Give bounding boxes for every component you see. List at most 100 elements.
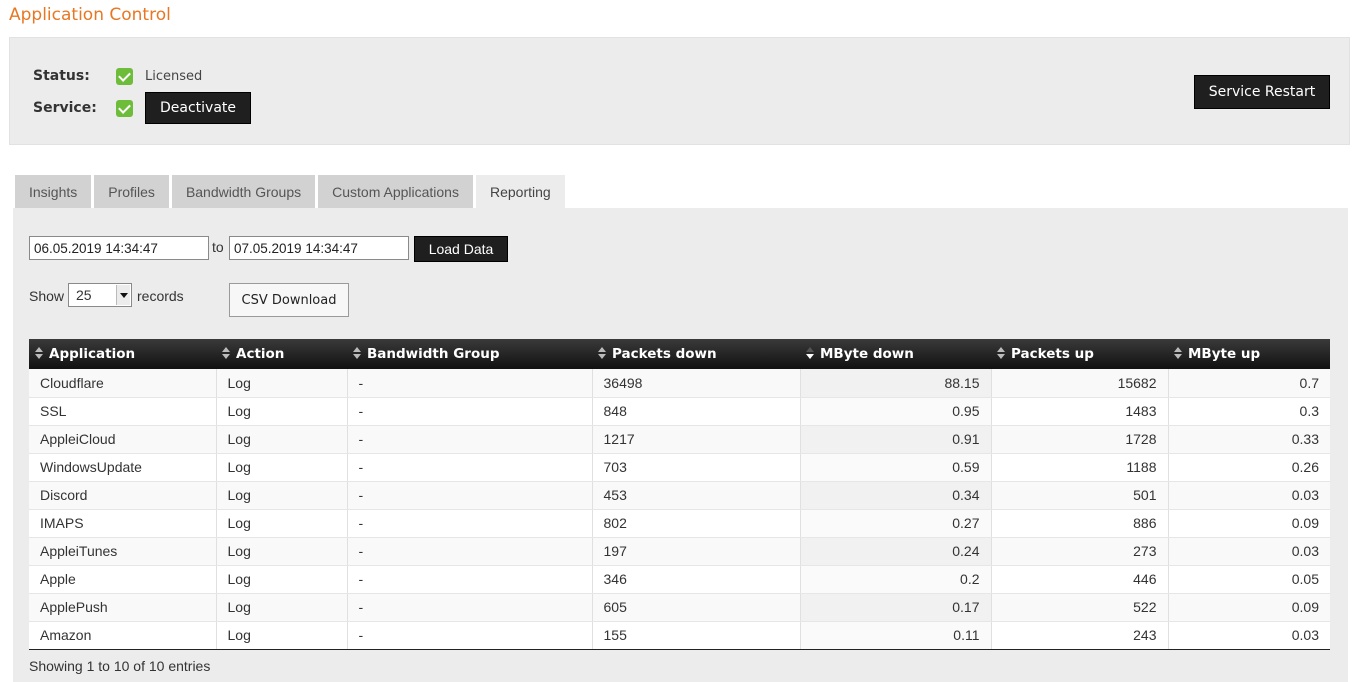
tab-profiles[interactable]: Profiles <box>94 175 169 208</box>
load-data-button[interactable]: Load Data <box>414 236 508 262</box>
table-info: Showing 1 to 10 of 10 entries <box>29 658 211 674</box>
status-row: Status: Licensed <box>33 61 202 91</box>
table-cell: 0.26 <box>1168 453 1330 482</box>
table-cell: 0.2 <box>800 565 992 594</box>
tab-insights[interactable]: Insights <box>15 175 92 208</box>
table-cell: 848 <box>592 397 801 426</box>
table-cell: 802 <box>592 509 801 538</box>
csv-download-button[interactable]: CSV Download <box>229 283 349 317</box>
table-cell: 243 <box>991 621 1169 650</box>
table-cell: WindowsUpdate <box>29 453 217 482</box>
table-cell: - <box>347 481 593 510</box>
table-cell: 0.34 <box>800 481 992 510</box>
column-header-mbyte-down[interactable]: MByte down <box>800 339 991 369</box>
table-row: AppleiCloud Log -1217 0.91 1728 0.33 <box>29 425 1330 454</box>
table-cell: 0.3 <box>1168 397 1330 426</box>
table-cell: 605 <box>592 593 801 622</box>
table-cell: - <box>347 397 593 426</box>
table-row: IMAPS Log -802 0.27 886 0.09 <box>29 509 1330 538</box>
table-row: ApplePush Log -605 0.17 522 0.09 <box>29 593 1330 622</box>
table-cell: 0.03 <box>1168 481 1330 510</box>
table-row: Apple Log -346 0.2 446 0.05 <box>29 565 1330 594</box>
table-cell: - <box>347 593 593 622</box>
sort-desc-icon <box>806 347 815 359</box>
date-from-input[interactable] <box>29 236 209 260</box>
table-cell: 1728 <box>991 425 1169 454</box>
sort-icon <box>1174 347 1183 359</box>
table-cell: 0.17 <box>800 593 992 622</box>
table-cell: Cloudflare <box>29 369 217 398</box>
column-header-action[interactable]: Action <box>216 339 347 369</box>
check-icon <box>116 67 133 85</box>
table-cell: Log <box>216 453 348 482</box>
column-header-bandwidth-group[interactable]: Bandwidth Group <box>347 339 592 369</box>
table-cell: 0.33 <box>1168 425 1330 454</box>
tab-custom-applications[interactable]: Custom Applications <box>318 175 473 208</box>
table-cell: 703 <box>592 453 801 482</box>
deactivate-button[interactable]: Deactivate <box>145 92 251 124</box>
table-cell: 0.09 <box>1168 509 1330 538</box>
status-label: Status: <box>33 68 90 84</box>
table-cell: 0.7 <box>1168 369 1330 398</box>
records-label: records <box>137 288 184 304</box>
table-cell: 0.59 <box>800 453 992 482</box>
table-cell: 1483 <box>991 397 1169 426</box>
table-cell: Log <box>216 397 348 426</box>
chevron-down-icon[interactable] <box>116 285 130 305</box>
table-row: WindowsUpdate Log -703 0.59 1188 0.26 <box>29 453 1330 482</box>
table-cell: Log <box>216 425 348 454</box>
table-body: Cloudflare Log -36498 88.15 15682 0.7 SSL Log -8… <box>29 369 1330 650</box>
table-cell: - <box>347 453 593 482</box>
table-row: AppleiTunes Log -197 0.24 273 0.03 <box>29 537 1330 566</box>
show-label: Show <box>29 288 65 304</box>
table-row: Discord Log -453 0.34 501 0.03 <box>29 481 1330 510</box>
status-panel: Status: Licensed Service: Deactivate Ser… <box>9 37 1350 145</box>
table-cell: 886 <box>991 509 1169 538</box>
sort-icon <box>598 347 607 359</box>
column-header-packets-up[interactable]: Packets up <box>991 339 1168 369</box>
table-cell: 0.11 <box>800 621 992 650</box>
tab-bandwidth-groups[interactable]: Bandwidth Groups <box>171 175 316 208</box>
column-header-packets-down[interactable]: Packets down <box>592 339 800 369</box>
table-cell: Log <box>216 565 348 594</box>
table-cell: SSL <box>29 397 217 426</box>
table-cell: AppleiTunes <box>29 537 217 566</box>
sort-icon <box>35 347 44 359</box>
service-restart-button[interactable]: Service Restart <box>1194 75 1330 109</box>
date-to-input[interactable] <box>229 236 409 260</box>
table-cell: 88.15 <box>800 369 992 398</box>
column-header-mbyte-up[interactable]: MByte up <box>1168 339 1330 369</box>
table-cell: Log <box>216 537 348 566</box>
license-status: Licensed <box>145 68 203 84</box>
sort-icon <box>222 347 231 359</box>
table-cell: 0.03 <box>1168 537 1330 566</box>
table-cell: 522 <box>991 593 1169 622</box>
table-cell: 0.27 <box>800 509 992 538</box>
table-cell: Log <box>216 481 348 510</box>
table-cell: 453 <box>592 481 801 510</box>
page-size-select[interactable]: 25 <box>68 283 132 307</box>
table-row: Cloudflare Log -36498 88.15 15682 0.7 <box>29 369 1330 398</box>
table-row: Amazon Log -155 0.11 243 0.03 <box>29 621 1330 650</box>
table-cell: 0.09 <box>1168 593 1330 622</box>
tab-bar: Insights Profiles Bandwidth Groups Custo… <box>15 175 568 208</box>
table-cell: 155 <box>592 621 801 650</box>
table-cell: - <box>347 369 593 398</box>
table-header-row: Application Action Bandwidth Group Packe… <box>29 339 1330 369</box>
table-cell: AppleiCloud <box>29 425 217 454</box>
table-cell: - <box>347 537 593 566</box>
column-header-application[interactable]: Application <box>29 339 216 369</box>
sort-icon <box>997 347 1006 359</box>
table-cell: Log <box>216 509 348 538</box>
table-cell: 36498 <box>592 369 801 398</box>
table-cell: 1188 <box>991 453 1169 482</box>
table-cell: Discord <box>29 481 217 510</box>
table-cell: Amazon <box>29 621 217 650</box>
table-cell: 346 <box>592 565 801 594</box>
table-cell: IMAPS <box>29 509 217 538</box>
to-label: to <box>212 239 224 255</box>
service-label: Service: <box>33 100 97 116</box>
page-size-value: 25 <box>76 287 92 303</box>
table-cell: 0.24 <box>800 537 992 566</box>
tab-reporting[interactable]: Reporting <box>475 175 565 208</box>
